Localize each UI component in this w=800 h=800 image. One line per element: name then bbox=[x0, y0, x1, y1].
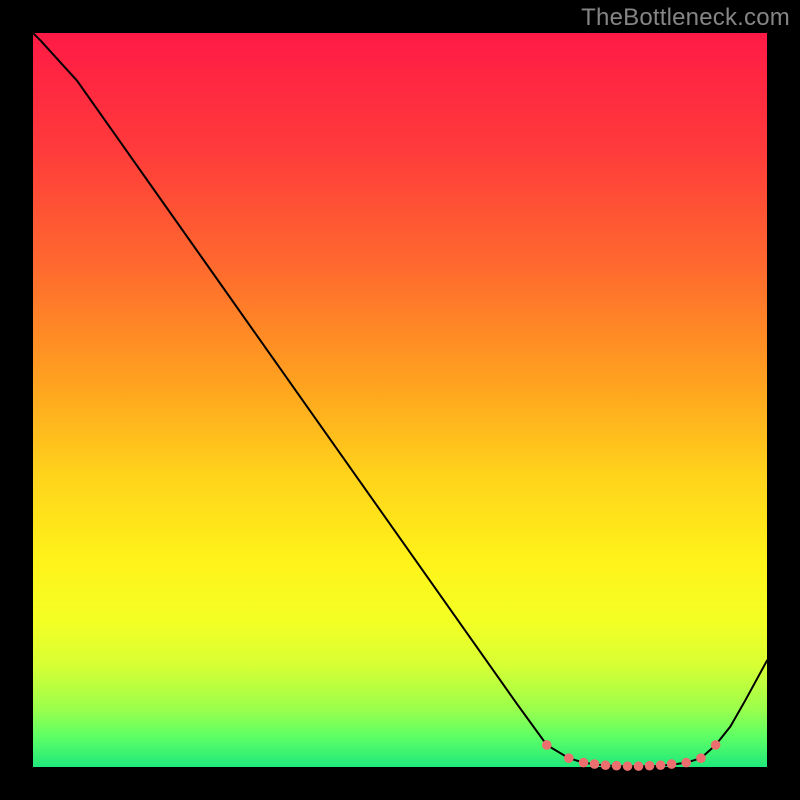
bottleneck-curve-chart bbox=[0, 0, 800, 800]
curve-marker bbox=[579, 758, 589, 768]
curve-marker bbox=[564, 753, 574, 763]
curve-marker bbox=[645, 761, 655, 771]
curve-marker bbox=[623, 761, 633, 771]
curve-marker bbox=[590, 759, 600, 769]
chart-stage: TheBottleneck.com bbox=[0, 0, 800, 800]
curve-marker bbox=[612, 761, 622, 771]
curve-marker bbox=[542, 740, 552, 750]
curve-marker bbox=[634, 761, 644, 771]
curve-marker bbox=[711, 740, 721, 750]
curve-marker bbox=[681, 758, 691, 768]
curve-marker bbox=[656, 760, 666, 770]
plot-background bbox=[33, 33, 767, 767]
watermark-label: TheBottleneck.com bbox=[581, 4, 790, 32]
curve-marker bbox=[601, 760, 611, 770]
curve-marker bbox=[667, 759, 677, 769]
curve-marker bbox=[696, 753, 706, 763]
